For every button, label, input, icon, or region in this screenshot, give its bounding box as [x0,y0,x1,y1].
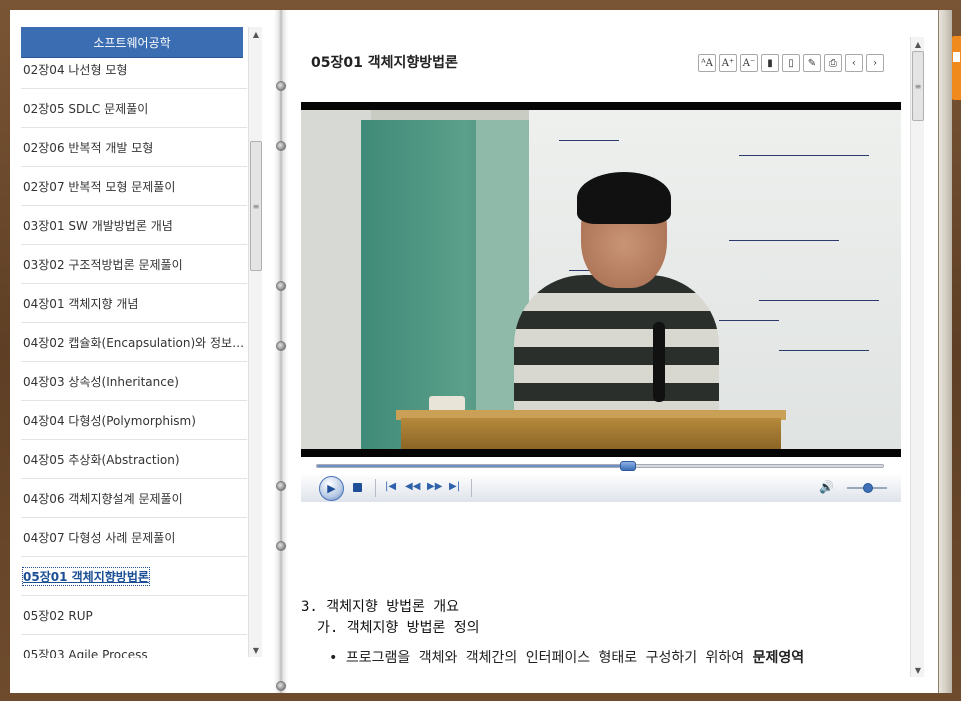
lesson-item-label: 03장01 SW 개발방법론 개념 [23,218,173,233]
lesson-title: 05장01 객체지향방법론 [311,55,458,71]
lesson-item-label: 03장02 구조적방법론 문제풀이 [23,257,183,272]
lesson-item-label: 04장03 상속성(Inheritance) [23,374,179,389]
lesson-list: 02장04 나선형 모형 02장05 SDLC 문제풀이 02장06 반복적 개발 … [21,58,247,658]
font-reset-icon[interactable]: ᴬA [698,54,716,72]
lesson-item-label: 04장02 캡슐화(Encapsulation)와 정보은... [23,335,247,350]
lesson-item[interactable]: 02장06 반복적 개발 모형 [21,128,247,167]
bookmark-list-icon[interactable]: ▯ [782,54,800,72]
binding-ring [276,281,286,291]
bullet-text: 프로그램을 객체와 객체간의 인터페이스 형태로 구성하기 위하여 [345,650,745,666]
lesson-item[interactable]: 04장01 객체지향 개념 [21,284,247,323]
content-scrollbar[interactable]: ▲ ≡ ▼ [910,37,924,677]
font-increase-icon[interactable]: A⁺ [719,54,737,72]
lesson-item[interactable]: 03장01 SW 개발방법론 개념 [21,206,247,245]
lesson-item[interactable]: 03장02 구조적방법론 문제풀이 [21,245,247,284]
lesson-item[interactable]: 05장03 Agile Process [21,635,247,659]
lesson-item[interactable]: 02장04 나선형 모형 [21,58,247,89]
binding-ring [276,681,286,691]
scroll-thumb[interactable]: ≡ [250,141,262,271]
lesson-item-label: 04장04 다형성(Polymorphism) [23,413,196,428]
lesson-item-label: 04장05 추상화(Abstraction) [23,452,180,467]
bullet-bold-text: 문제영역 [752,650,805,666]
course-title: 소프트웨어공학 [93,35,171,50]
lesson-item[interactable]: 05장01 객체지향방법론 [21,557,247,596]
video-seek-bar[interactable] [316,461,884,471]
subsection-heading: 가. 객체지향 방법론 정의 [317,620,480,636]
course-title-header: 소프트웨어공학 [21,27,243,58]
binding-line [280,486,282,546]
lesson-item-label: 02장06 반복적 개발 모형 [23,140,154,155]
fast-forward-icon[interactable]: ▶▶ [427,481,442,492]
font-decrease-icon[interactable]: A⁻ [740,54,758,72]
binding-ring [276,81,286,91]
next-icon[interactable]: › [866,54,884,72]
edit-note-icon[interactable]: ✎ [803,54,821,72]
lesson-text: 3. 객체지향 방법론 개요 가. 객체지향 방법론 정의 • 프로그램을 객체… [301,596,901,667]
lesson-item-label: 04장07 다형성 사례 문제풀이 [23,530,176,545]
control-divider [471,479,472,497]
lesson-item[interactable]: 02장07 반복적 모형 문제풀이 [21,167,247,206]
lesson-item-label: 05장01 객체지향방법론 [22,566,150,586]
scroll-up-icon[interactable]: ▲ [249,27,263,41]
scroll-thumb[interactable]: ≡ [912,51,924,121]
lesson-item[interactable]: 04장07 다형성 사례 문제풀이 [21,518,247,557]
lesson-item-label: 05장02 RUP [23,608,93,623]
skip-back-icon[interactable]: |◀ [385,481,396,492]
skip-forward-icon[interactable]: ▶| [449,481,460,492]
lesson-list-scrollbar[interactable]: ▲ ≡ ▼ [248,27,262,657]
binding-ring [276,481,286,491]
reader-toolbar: ᴬA A⁺ A⁻ ▮ ▯ ✎ ⎙ ‹ › [698,54,884,72]
print-icon[interactable]: ⎙ [824,54,842,72]
lesson-item-label: 02장05 SDLC 문제풀이 [23,101,149,116]
section-heading: 3. 객체지향 방법론 개요 [301,599,460,615]
lesson-item-label: 04장01 객체지향 개념 [23,296,139,311]
lesson-item-label: 02장04 나선형 모형 [23,63,128,77]
video-seek-handle[interactable] [620,461,637,471]
volume-icon[interactable]: 🔊 [819,480,834,494]
player-controls: ▶ |◀ ◀◀ ▶▶ ▶| 🔊 [301,474,901,502]
scroll-down-icon[interactable]: ▼ [249,643,263,657]
prev-icon[interactable]: ‹ [845,54,863,72]
lesson-item[interactable]: 04장03 상속성(Inheritance) [21,362,247,401]
lesson-item-label: 04장06 객체지향설계 문제풀이 [23,491,183,506]
stop-icon[interactable] [353,483,362,492]
lesson-item[interactable]: 04장05 추상화(Abstraction) [21,440,247,479]
bullet-item: • 프로그램을 객체와 객체간의 인터페이스 형태로 구성하기 위하여 문제영역 [329,650,805,666]
lesson-item[interactable]: 04장04 다형성(Polymorphism) [21,401,247,440]
binding-ring [276,141,286,151]
binding-line [280,286,282,346]
lesson-item[interactable]: 02장05 SDLC 문제풀이 [21,89,247,128]
book-edge [938,10,952,693]
side-tab[interactable] [952,36,961,100]
video-progress-fill [317,465,629,467]
video-player[interactable] [301,102,901,457]
scroll-down-icon[interactable]: ▼ [911,663,925,677]
lesson-item[interactable]: 04장02 캡슐화(Encapsulation)와 정보은... [21,323,247,362]
side-tab-mark [953,52,960,62]
volume-handle[interactable] [863,483,873,493]
rewind-icon[interactable]: ◀◀ [405,481,420,492]
binding-ring [276,341,286,351]
lesson-item[interactable]: 04장06 객체지향설계 문제풀이 [21,479,247,518]
binding-ring [276,541,286,551]
lecture-video-frame [301,110,901,449]
control-divider [375,479,376,497]
play-icon[interactable]: ▶ [319,476,344,501]
bookmark-icon[interactable]: ▮ [761,54,779,72]
scroll-up-icon[interactable]: ▲ [911,37,925,51]
lesson-item-label: 02장07 반복적 모형 문제풀이 [23,179,176,194]
lesson-item[interactable]: 05장02 RUP [21,596,247,635]
binding-line [280,86,282,146]
lesson-item-label: 05장03 Agile Process [23,647,148,659]
